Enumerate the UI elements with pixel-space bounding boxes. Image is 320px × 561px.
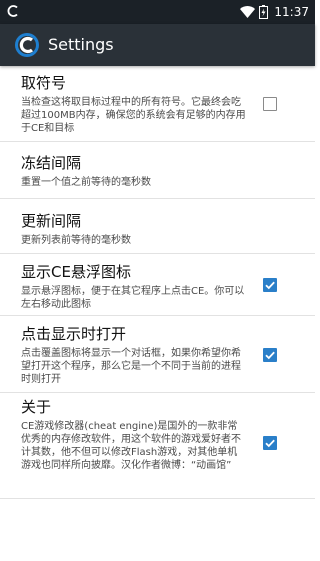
status-bar: 11:37 (0, 0, 315, 24)
checkmark-icon (265, 439, 275, 448)
checkmark-icon (265, 351, 275, 360)
pref-summary: 点击覆盖图标将显示一个对话框，如果你希望你希望打开这个程序，那么它是一个不同于当… (21, 348, 241, 385)
pref-title: 点击显示时打开 (21, 325, 127, 343)
pref-fetch-symbols[interactable]: 取符号 当检查这将取目标过程中的所有符号。它最终会吃超过100MB内存，确保您的… (0, 66, 315, 142)
pref-about[interactable]: 关于 CE游戏修改器(cheat engine)是国外的一款非常优秀的内存修改软… (0, 393, 315, 499)
fetch-symbols-checkbox[interactable] (263, 97, 277, 111)
pref-freeze-interval[interactable]: 冻结间隔 重置一个值之前等待的毫秒数 (0, 142, 315, 199)
settings-list: 取符号 当检查这将取目标过程中的所有符号。它最终会吃超过100MB内存，确保您的… (0, 66, 315, 499)
pref-summary: 重置一个值之前等待的毫秒数 (21, 177, 151, 188)
battery-icon (259, 5, 269, 19)
wifi-icon (240, 6, 256, 18)
pref-title: 显示CE悬浮图标 (21, 263, 131, 281)
status-time: 11:37 (274, 5, 309, 19)
pref-summary: 显示悬浮图标，便于在其它程序上点击CE。你可以左右移动此图标 (21, 286, 245, 310)
pref-summary: CE游戏修改器(cheat engine)是国外的一款非常优秀的内存修改软件，用… (21, 421, 241, 471)
open-on-click-checkbox[interactable] (263, 348, 277, 362)
app-notification-icon (7, 5, 18, 17)
pref-title: 冻结间隔 (21, 154, 82, 172)
pref-title: 更新间隔 (21, 212, 82, 230)
app-toolbar: Settings (0, 24, 315, 66)
checkmark-icon (265, 281, 275, 290)
cheat-engine-logo-icon[interactable] (14, 31, 40, 59)
pref-show-floating-icon[interactable]: 显示CE悬浮图标 显示悬浮图标，便于在其它程序上点击CE。你可以左右移动此图标 (0, 254, 315, 316)
pref-title: 取符号 (21, 74, 67, 92)
show-floating-icon-checkbox[interactable] (263, 278, 277, 292)
pref-update-interval[interactable]: 更新间隔 更新列表前等待的毫秒数 (0, 199, 315, 254)
pref-summary: 当检查这将取目标过程中的所有符号。它最终会吃超过100MB内存，确保您的系统会有… (21, 97, 246, 134)
about-checkbox[interactable] (263, 436, 277, 450)
toolbar-title: Settings (48, 35, 114, 54)
pref-open-on-click[interactable]: 点击显示时打开 点击覆盖图标将显示一个对话框，如果你希望你希望打开这个程序，那么… (0, 316, 315, 393)
pref-title: 关于 (21, 398, 52, 416)
pref-summary: 更新列表前等待的毫秒数 (21, 235, 131, 246)
